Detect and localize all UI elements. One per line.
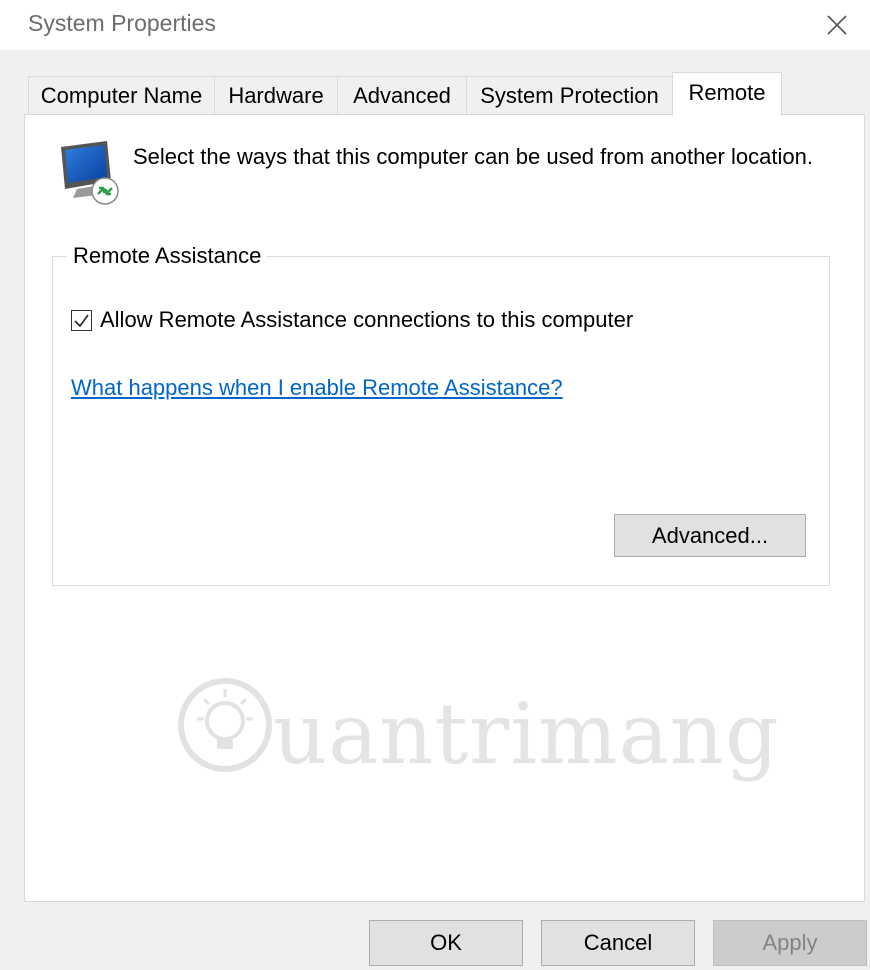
window-title: System Properties	[28, 10, 216, 36]
tab-hardware[interactable]: Hardware	[214, 76, 338, 114]
allow-remote-assistance-checkbox[interactable]	[71, 309, 92, 331]
apply-button[interactable]: Apply	[713, 920, 867, 966]
tab-advanced[interactable]: Advanced	[337, 76, 467, 114]
ok-button[interactable]: OK	[369, 920, 523, 966]
tab-computer-name[interactable]: Computer Name	[28, 76, 215, 114]
tab-remote[interactable]: Remote	[672, 72, 782, 116]
allow-remote-assistance-row[interactable]: Allow Remote Assistance connections to t…	[71, 307, 633, 333]
remote-tab-panel: Select the ways that this computer can b…	[24, 114, 865, 902]
tab-system-protection[interactable]: System Protection	[466, 76, 673, 114]
watermark-text: uantrimang	[273, 685, 780, 783]
checkbox-label[interactable]: Allow Remote Assistance connections to t…	[100, 307, 633, 333]
remote-assistance-help-link[interactable]: What happens when I enable Remote Assist…	[71, 375, 563, 401]
close-icon	[827, 15, 847, 35]
advanced-button[interactable]: Advanced...	[614, 514, 806, 557]
intro-text: Select the ways that this computer can b…	[133, 144, 813, 169]
checkmark-icon	[74, 314, 89, 327]
remote-desktop-monitor-icon	[61, 141, 119, 205]
cancel-button[interactable]: Cancel	[541, 920, 695, 966]
close-button[interactable]	[804, 0, 870, 50]
group-label: Remote Assistance	[67, 243, 268, 269]
title-bar: System Properties	[0, 0, 870, 50]
remote-assistance-group: Remote Assistance Allow Remote Assistanc…	[52, 243, 830, 586]
lightbulb-logo-icon	[178, 678, 272, 772]
